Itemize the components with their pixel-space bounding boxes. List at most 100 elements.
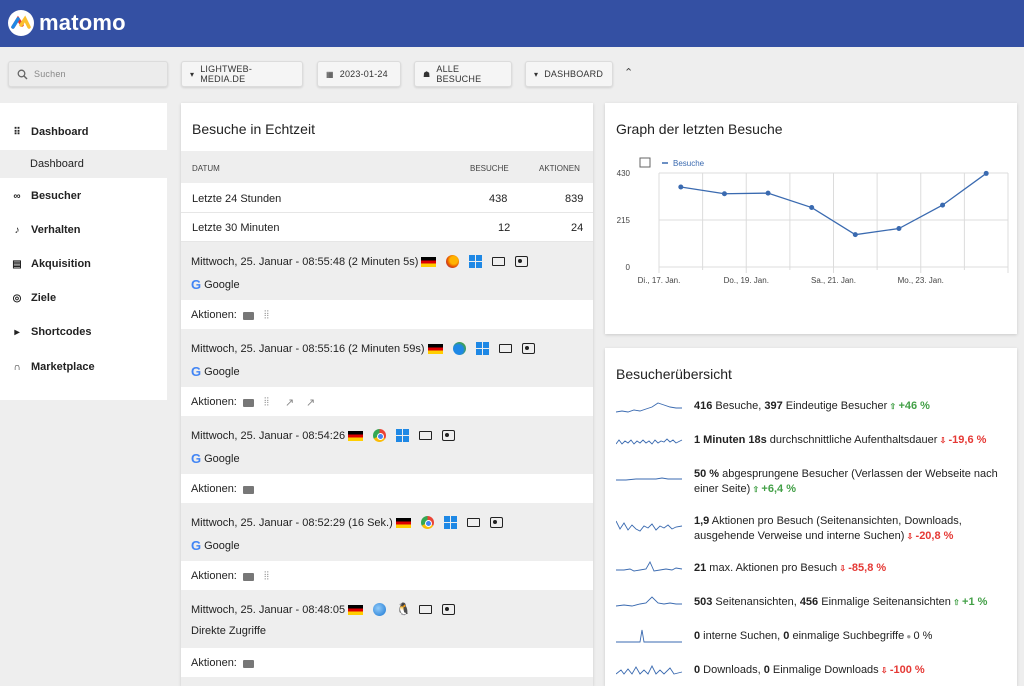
folder-icon[interactable] — [243, 660, 254, 668]
grid-icon: ⠿ — [13, 126, 21, 138]
sparkline[interactable] — [616, 594, 684, 612]
sound-icon[interactable]: ⦙⦙ — [264, 396, 269, 409]
visit-entry[interactable]: Mittwoch, 25. Januar - 08:55:16 (2 Minut… — [181, 329, 593, 387]
legend-label[interactable]: Besuche — [673, 159, 705, 168]
visit-entry[interactable]: Mittwoch, 25. Januar - 08:54:26 G Google — [181, 416, 593, 474]
data-point[interactable] — [852, 232, 858, 238]
sidebar-subitem-dashboard[interactable]: Dashboard — [0, 150, 167, 178]
visit-referrer: Direkte Zugriffe — [191, 625, 266, 637]
visitor-profile-icon[interactable] — [442, 604, 456, 615]
search-input[interactable]: Suchen — [8, 61, 168, 87]
collapse-icon[interactable]: ⌃ — [624, 66, 633, 79]
visitor-profile-icon[interactable] — [521, 343, 535, 354]
sparkline[interactable] — [616, 432, 684, 450]
metric-label: Einmalige Seitenansichten — [818, 596, 951, 608]
sidebar-item-marketplace[interactable]: ∩ Marketplace — [0, 350, 167, 384]
visit-entry[interactable]: Mittwoch, 25. Januar - 08:48:05 🐧 Direkte… — [181, 590, 593, 648]
data-point[interactable] — [765, 190, 771, 196]
sparkline[interactable] — [616, 517, 684, 535]
segment-selector[interactable]: ☗ ALLE BESUCHE — [414, 61, 512, 87]
sparkline[interactable] — [616, 470, 684, 488]
data-point[interactable] — [940, 202, 946, 208]
overview-metric-text[interactable]: 1 Minuten 18s durchschnittliche Aufentha… — [694, 433, 1012, 448]
sound-icon[interactable]: ⦙⦙ — [264, 570, 269, 583]
sidebar-subitem-label: Dashboard — [30, 158, 84, 170]
sidebar-item-ziele[interactable]: ◎ Ziele — [0, 281, 167, 315]
sparkline[interactable] — [616, 398, 684, 416]
visit-actions: Aktionen: ⦙⦙ ↗ ↗ — [181, 387, 593, 416]
trend-up-icon: ⇧ — [887, 402, 899, 411]
folder-icon[interactable] — [243, 312, 254, 320]
overview-metric-text[interactable]: 416 Besuche, 397 Eindeutige Besucher ⇧ +… — [694, 399, 1012, 414]
overview-metric-text[interactable]: 0 Downloads, 0 Einmalige Downloads ⇩ -10… — [694, 663, 1012, 678]
matomo-logo[interactable]: matomo — [8, 10, 126, 36]
trend-value: 0 % — [913, 630, 933, 642]
metric-label: Einmalige Downloads — [769, 664, 879, 676]
sidebar-item-dashboard[interactable]: ⠿ Dashboard — [0, 115, 167, 149]
desktop-icon — [466, 518, 480, 527]
metric-label: interne Suchen, — [700, 630, 784, 642]
linux-icon: 🐧 — [396, 602, 412, 616]
visit-time: Mittwoch, 25. Januar - 08:52:29 (16 Sek.… — [191, 516, 393, 529]
visitor-profile-icon[interactable] — [489, 517, 503, 528]
sparkline[interactable] — [616, 628, 684, 646]
outlink-icon[interactable]: ↗ — [306, 396, 315, 409]
dashboard-selector[interactable]: ▾ DASHBOARD — [525, 61, 613, 87]
overview-metric-text[interactable]: 50 % abgesprungene Besucher (Verlassen d… — [694, 467, 1012, 497]
sparkline-path — [616, 477, 682, 481]
sound-icon[interactable]: ⦙⦙ — [264, 309, 269, 322]
visit-entry[interactable]: Mittwoch, 25. Januar - 08:52:29 (16 Sek.… — [181, 503, 593, 561]
row-visits: 12 — [498, 222, 511, 234]
outlink-icon[interactable]: ↗ — [285, 396, 294, 409]
visitor-profile-icon[interactable] — [442, 430, 456, 441]
metric-value: 416 — [694, 400, 713, 412]
data-point[interactable] — [809, 205, 815, 211]
metric-value: 1,9 — [694, 515, 710, 527]
trend-value: +1 % — [962, 596, 988, 608]
data-point[interactable] — [678, 184, 684, 190]
x-tick-label: Do., 19. Jan. — [724, 276, 769, 285]
trend-up-icon: ⇧ — [750, 485, 762, 494]
visits-line-chart[interactable]: Besuche 0 215 430 Di., 17. Jan. Do., 19. Jan.… — [605, 103, 1017, 334]
sidebar-item-akquisition[interactable]: ▤ Akquisition — [0, 247, 167, 281]
users-icon: ☗ — [423, 69, 431, 79]
visit-entry[interactable]: Mittwoch, 25. Januar - 08:55:48 (2 Minut… — [181, 242, 593, 300]
sidebar-item-shortcodes[interactable]: ▸ Shortcodes — [0, 315, 167, 349]
metric-value: 503 — [694, 596, 713, 608]
trend-value: -20,8 % — [915, 530, 954, 542]
y-tick-label: 215 — [617, 216, 631, 225]
sparkline-path — [616, 438, 683, 445]
windows-icon — [396, 429, 410, 442]
date-selector[interactable]: ▦ 2023-01-24 — [317, 61, 401, 87]
sparkline-path — [616, 402, 682, 413]
metric-value: 456 — [799, 596, 819, 608]
row-actions: 839 — [565, 193, 584, 205]
google-icon: G — [191, 364, 202, 379]
visitor-profile-icon[interactable] — [515, 256, 529, 267]
overview-metric-text[interactable]: 503 Seitenansichten, 456 Einmalige Seite… — [694, 595, 1012, 610]
overview-metric-text[interactable]: 21 max. Aktionen pro Besuch ⇩ -85,8 % — [694, 561, 1012, 576]
sidebar-item-verhalten[interactable]: ♪ Verhalten — [0, 213, 167, 247]
chrome-icon — [373, 429, 387, 442]
sparkline[interactable] — [616, 560, 684, 578]
overview-metric-text[interactable]: 1,9 Aktionen pro Besuch (Seitenansichten… — [694, 514, 1012, 544]
actions-label: Aktionen: — [191, 483, 237, 495]
germany-flag-icon — [348, 430, 364, 441]
overview-metric-text[interactable]: 0 interne Suchen, 0 einmalige Suchbegrif… — [694, 629, 1012, 644]
data-point[interactable] — [983, 170, 989, 176]
data-point[interactable] — [721, 191, 727, 197]
folder-icon[interactable] — [243, 399, 254, 407]
site-selector[interactable]: ▾ LIGHTWEB-MEDIA.DE — [181, 61, 303, 87]
trend-down-icon: ⇩ — [937, 436, 949, 445]
data-point[interactable] — [896, 226, 902, 232]
actions-label: Aktionen: — [191, 309, 237, 321]
actions-label: Aktionen: — [191, 396, 237, 408]
folder-icon[interactable] — [243, 573, 254, 581]
sidebar-item-besucher[interactable]: ∞ Besucher — [0, 179, 167, 213]
visit-entry — [181, 677, 593, 686]
folder-icon[interactable] — [243, 486, 254, 494]
chrome-icon — [420, 516, 434, 529]
sparkline[interactable] — [616, 662, 684, 680]
chart-type-icon[interactable] — [639, 157, 651, 168]
visit-time: Mittwoch, 25. Januar - 08:54:26 — [191, 429, 346, 442]
